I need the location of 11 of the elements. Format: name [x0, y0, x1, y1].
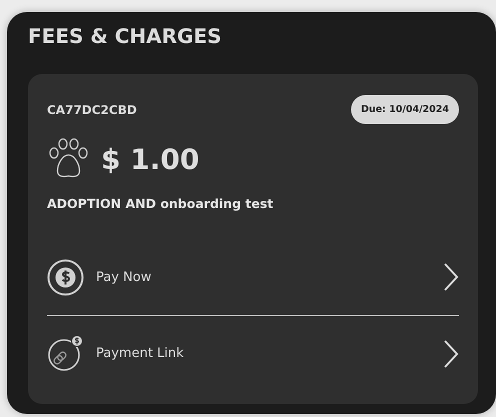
chevron-right-icon [443, 263, 459, 291]
due-date-badge: Due: 10/04/2024 [350, 95, 459, 124]
chevron-right-icon [443, 340, 459, 368]
panel-title: FEES & CHARGES [28, 24, 223, 48]
link-circle-icon [47, 335, 84, 372]
fee-description: ADOPTION AND onboarding test [47, 196, 274, 211]
fee-reference: CA77DC2CBD [47, 102, 137, 116]
dollar-circle-icon [47, 258, 84, 296]
fee-amount: $ 1.00 [101, 142, 200, 176]
payment-link-row[interactable]: Payment Link [47, 315, 459, 391]
pay-now-row[interactable]: Pay Now [47, 239, 459, 315]
